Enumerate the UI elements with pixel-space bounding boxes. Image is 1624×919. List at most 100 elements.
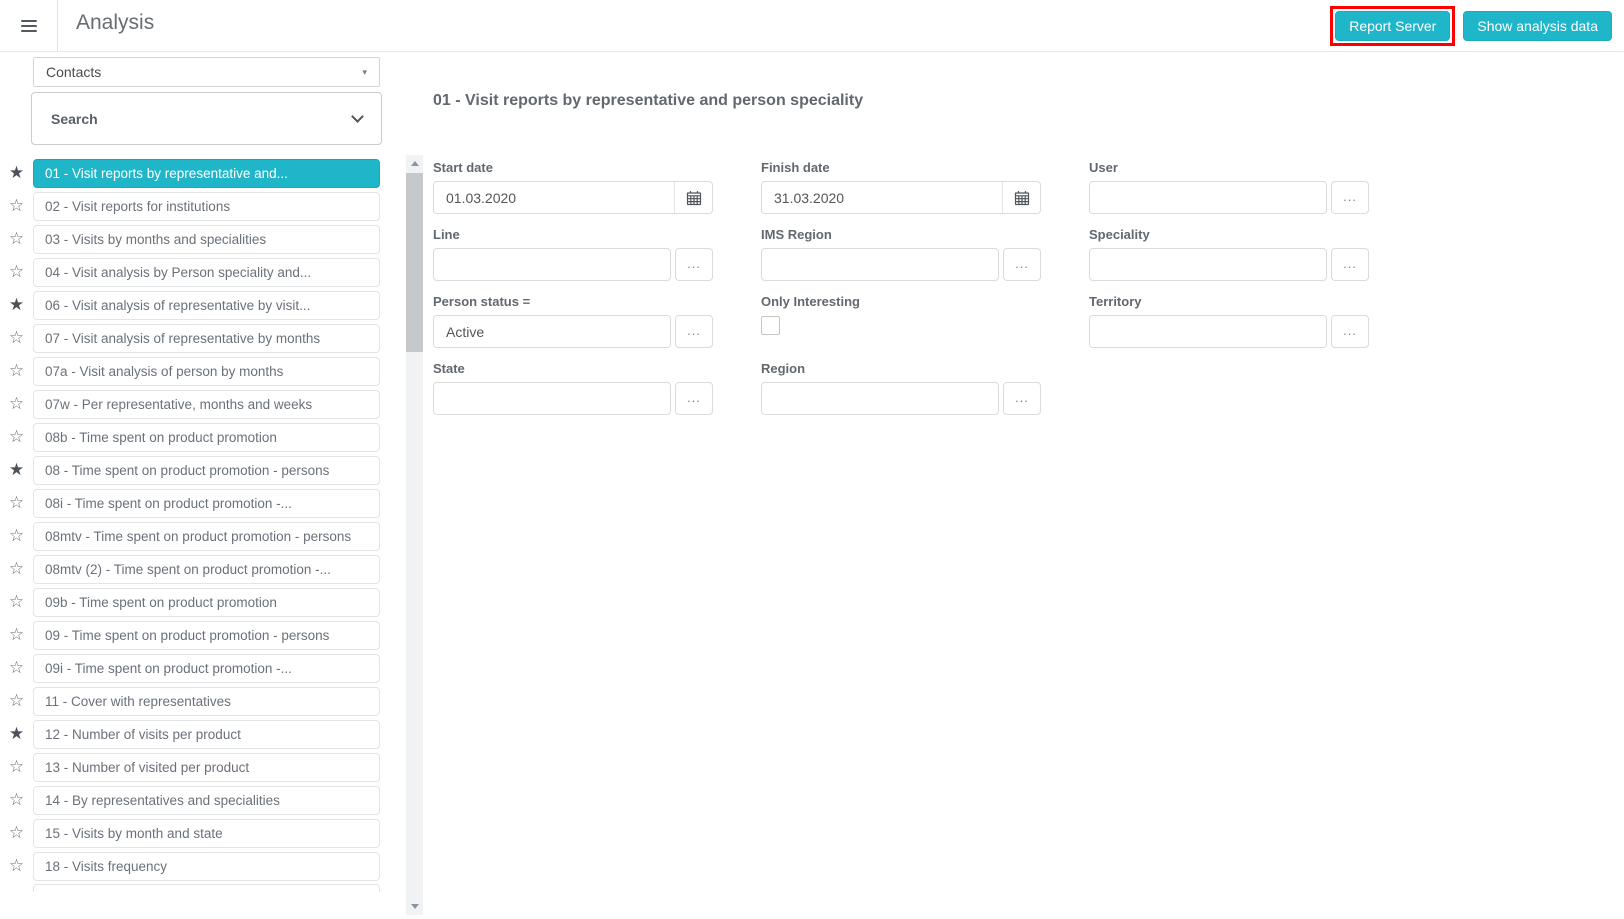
person-status-lookup-button[interactable]: ... <box>675 315 713 348</box>
star-outline-icon[interactable]: ☆ <box>0 653 33 683</box>
field-finish-date: Finish date <box>761 160 1041 214</box>
star-outline-icon[interactable]: ☆ <box>0 554 33 584</box>
scroll-up-button[interactable] <box>406 155 423 172</box>
list-item: ☆13 - Number of visited per product <box>0 752 396 782</box>
analysis-item[interactable]: 04 - Visit analysis by Person speciality… <box>33 258 380 287</box>
only-interesting-checkbox[interactable] <box>761 316 780 335</box>
analysis-item-partial[interactable] <box>33 884 380 892</box>
user-input[interactable] <box>1089 181 1327 214</box>
list-item: ☆03 - Visits by months and specialities <box>0 224 396 254</box>
report-server-button[interactable]: Report Server <box>1335 11 1450 41</box>
start-date-label: Start date <box>433 160 713 175</box>
line-input[interactable] <box>433 248 671 281</box>
start-date-input[interactable] <box>434 182 674 213</box>
analysis-item[interactable]: 08mtv - Time spent on product promotion … <box>33 522 380 551</box>
analysis-item[interactable]: 15 - Visits by month and state <box>33 819 380 848</box>
person-status-input[interactable] <box>433 315 671 348</box>
list-item: ☆18 - Visits frequency <box>0 851 396 881</box>
territory-lookup-button[interactable]: ... <box>1331 315 1369 348</box>
star-outline-icon[interactable]: ☆ <box>0 422 33 452</box>
star-outline-icon[interactable]: ☆ <box>0 686 33 716</box>
list-item: ★12 - Number of visits per product <box>0 719 396 749</box>
territory-input[interactable] <box>1089 315 1327 348</box>
hamburger-menu-button[interactable] <box>0 0 58 51</box>
list-item: ☆07w - Per representative, months and we… <box>0 389 396 419</box>
star-outline-icon[interactable]: ☆ <box>0 323 33 353</box>
speciality-lookup-button[interactable]: ... <box>1331 248 1369 281</box>
state-input[interactable] <box>433 382 671 415</box>
analysis-item[interactable]: 14 - By representatives and specialities <box>33 786 380 815</box>
chevron-down-icon <box>351 110 364 123</box>
field-only-interesting: Only Interesting <box>761 294 1041 348</box>
line-lookup-button[interactable]: ... <box>675 248 713 281</box>
analysis-item[interactable]: 11 - Cover with representatives <box>33 687 380 716</box>
star-outline-icon[interactable]: ☆ <box>0 521 33 551</box>
analysis-item[interactable]: 08b - Time spent on product promotion <box>33 423 380 452</box>
category-dropdown[interactable]: Contacts ▾ <box>33 57 380 87</box>
star-outline-icon[interactable]: ☆ <box>0 224 33 254</box>
user-lookup-button[interactable]: ... <box>1331 181 1369 214</box>
scrollbar-thumb[interactable] <box>406 173 423 352</box>
list-item: ☆09 - Time spent on product promotion - … <box>0 620 396 650</box>
region-input[interactable] <box>761 382 999 415</box>
search-panel-header[interactable]: Search <box>31 92 382 145</box>
list-scrollbar[interactable] <box>406 155 423 915</box>
star-outline-icon[interactable]: ☆ <box>0 851 33 881</box>
analysis-item[interactable]: 08i - Time spent on product promotion -.… <box>33 489 380 518</box>
list-item-partial <box>0 884 396 892</box>
star-outline-icon[interactable]: ☆ <box>0 752 33 782</box>
analysis-item[interactable]: 13 - Number of visited per product <box>33 753 380 782</box>
list-item: ☆07a - Visit analysis of person by month… <box>0 356 396 386</box>
analysis-item[interactable]: 09b - Time spent on product promotion <box>33 588 380 617</box>
analysis-item[interactable]: 08 - Time spent on product promotion - p… <box>33 456 380 485</box>
star-filled-icon[interactable]: ★ <box>0 719 33 749</box>
ims-region-lookup-button[interactable]: ... <box>1003 248 1041 281</box>
analysis-item[interactable]: 09 - Time spent on product promotion - p… <box>33 621 380 650</box>
analysis-item[interactable]: 09i - Time spent on product promotion -.… <box>33 654 380 683</box>
state-label: State <box>433 361 713 376</box>
start-date-calendar-button[interactable] <box>674 182 712 213</box>
analysis-item[interactable]: 12 - Number of visits per product <box>33 720 380 749</box>
star-outline-icon[interactable]: ☆ <box>0 587 33 617</box>
list-item: ☆08b - Time spent on product promotion <box>0 422 396 452</box>
star-outline-icon[interactable]: ☆ <box>0 389 33 419</box>
analysis-item[interactable]: 07w - Per representative, months and wee… <box>33 390 380 419</box>
ims-region-label: IMS Region <box>761 227 1041 242</box>
show-analysis-data-button[interactable]: Show analysis data <box>1463 11 1612 41</box>
territory-label: Territory <box>1089 294 1369 309</box>
analysis-item[interactable]: 01 - Visit reports by representative and… <box>33 159 380 188</box>
analysis-item[interactable]: 03 - Visits by months and specialities <box>33 225 380 254</box>
scroll-down-button[interactable] <box>406 898 423 915</box>
list-item: ★06 - Visit analysis of representative b… <box>0 290 396 320</box>
star-outline-icon[interactable]: ☆ <box>0 785 33 815</box>
star-outline-icon[interactable]: ☆ <box>0 620 33 650</box>
analysis-item[interactable]: 02 - Visit reports for institutions <box>33 192 380 221</box>
analysis-item[interactable]: 06 - Visit analysis of representative by… <box>33 291 380 320</box>
star-outline-icon[interactable]: ☆ <box>0 356 33 386</box>
person-status-label: Person status = <box>433 294 713 309</box>
speciality-input[interactable] <box>1089 248 1327 281</box>
analysis-item[interactable]: 18 - Visits frequency <box>33 852 380 881</box>
analysis-item[interactable]: 07a - Visit analysis of person by months <box>33 357 380 386</box>
star-filled-icon[interactable]: ★ <box>0 455 33 485</box>
finish-date-calendar-button[interactable] <box>1002 182 1040 213</box>
star-outline-icon[interactable]: ☆ <box>0 818 33 848</box>
field-ims-region: IMS Region ... <box>761 227 1041 281</box>
field-region: Region ... <box>761 361 1041 415</box>
star-filled-icon[interactable]: ★ <box>0 290 33 320</box>
finish-date-input[interactable] <box>762 182 1002 213</box>
scroll-up-icon <box>411 161 419 166</box>
dropdown-arrow-icon: ▾ <box>362 67 367 78</box>
region-lookup-button[interactable]: ... <box>1003 382 1041 415</box>
ims-region-input[interactable] <box>761 248 999 281</box>
state-lookup-button[interactable]: ... <box>675 382 713 415</box>
star-outline-icon[interactable]: ☆ <box>0 257 33 287</box>
analysis-item[interactable]: 08mtv (2) - Time spent on product promot… <box>33 555 380 584</box>
star-filled-icon[interactable]: ★ <box>0 158 33 188</box>
page-title: Analysis <box>76 11 154 35</box>
star-outline-icon[interactable]: ☆ <box>0 191 33 221</box>
star-outline-icon[interactable]: ☆ <box>0 488 33 518</box>
analysis-item[interactable]: 07 - Visit analysis of representative by… <box>33 324 380 353</box>
list-item: ☆08mtv - Time spent on product promotion… <box>0 521 396 551</box>
list-item: ☆15 - Visits by month and state <box>0 818 396 848</box>
